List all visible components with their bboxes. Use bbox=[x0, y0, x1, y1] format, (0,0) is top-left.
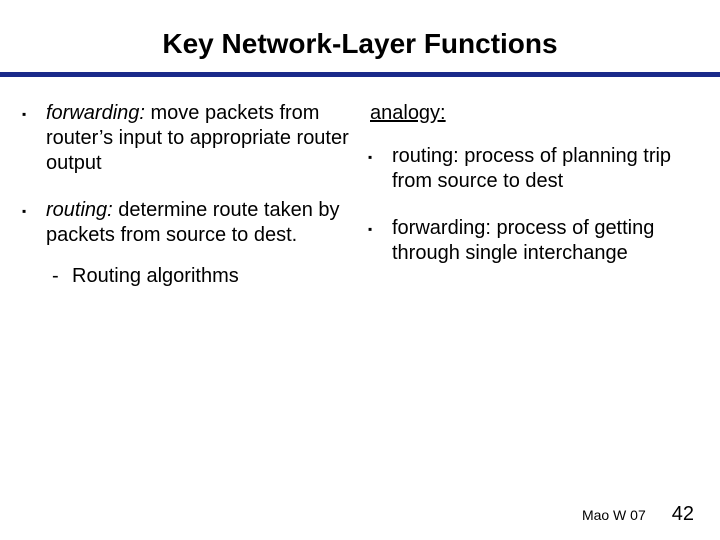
left-sub-bullets: Routing algorithms bbox=[46, 264, 352, 289]
sub-routing-algorithms: Routing algorithms bbox=[52, 264, 352, 289]
analogy-routing: routing: process of planning trip from s… bbox=[368, 144, 698, 194]
analogy-label: analogy: bbox=[370, 101, 698, 126]
term-forwarding: forwarding: bbox=[46, 102, 145, 124]
bullet-routing: routing: determine route taken by packet… bbox=[22, 198, 352, 289]
footer-credit: Mao W 07 bbox=[582, 507, 646, 523]
slide-body: forwarding: move packets from router’s i… bbox=[0, 77, 720, 311]
page-title: Key Network-Layer Functions bbox=[0, 0, 720, 72]
footer: Mao W 07 42 bbox=[582, 503, 694, 526]
term-routing: routing: bbox=[46, 199, 113, 221]
bullet-forwarding: forwarding: move packets from router’s i… bbox=[22, 101, 352, 176]
page-number: 42 bbox=[672, 503, 694, 526]
right-column: analogy: routing: process of planning tr… bbox=[368, 101, 698, 311]
analogy-forwarding: forwarding: process of getting through s… bbox=[368, 216, 698, 266]
slide: Key Network-Layer Functions forwarding: … bbox=[0, 0, 720, 540]
left-bullets: forwarding: move packets from router’s i… bbox=[22, 101, 352, 289]
left-column: forwarding: move packets from router’s i… bbox=[22, 101, 352, 311]
right-bullets: routing: process of planning trip from s… bbox=[368, 144, 698, 266]
